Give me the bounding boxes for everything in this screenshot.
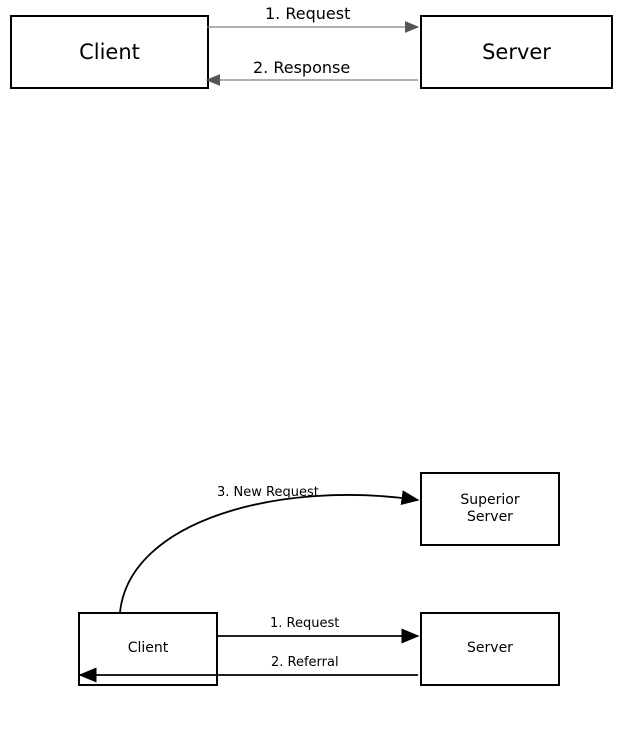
bottom-server-label: Server bbox=[467, 640, 513, 658]
bottom-server-box: Server bbox=[420, 612, 560, 686]
bottom-new-request-arrow bbox=[120, 495, 418, 612]
top-client-box: Client bbox=[10, 15, 209, 89]
top-request-label: 1. Request bbox=[265, 4, 350, 23]
bottom-referral-label: 2. Referral bbox=[271, 655, 339, 670]
top-server-label: Server bbox=[482, 39, 551, 65]
top-client-label: Client bbox=[79, 39, 140, 65]
top-response-label: 2. Response bbox=[253, 58, 350, 77]
bottom-superior-server-label: Superior Server bbox=[460, 492, 519, 527]
bottom-new-request-label: 3. New Request bbox=[217, 485, 319, 500]
bottom-superior-server-box: Superior Server bbox=[420, 472, 560, 546]
bottom-client-box: Client bbox=[78, 612, 218, 686]
bottom-request-label: 1. Request bbox=[270, 616, 339, 631]
bottom-client-label: Client bbox=[128, 640, 169, 658]
top-server-box: Server bbox=[420, 15, 613, 89]
